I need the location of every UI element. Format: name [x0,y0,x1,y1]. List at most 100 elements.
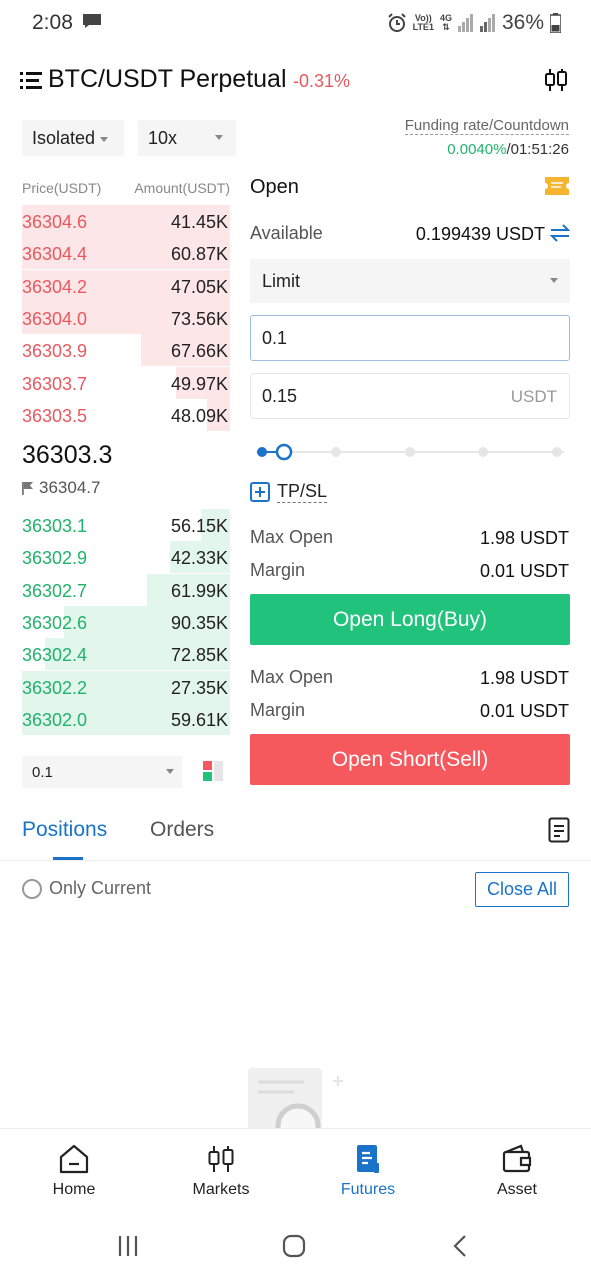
bid-price: 36302.7 [22,580,88,601]
ask-row[interactable]: 36303.9 67.66K [22,334,230,367]
coupon-icon[interactable] [545,177,569,195]
tabs-divider [0,860,591,861]
last-price: 36303.3 [22,441,113,469]
nav-futures[interactable]: Futures [318,1143,418,1199]
ask-amount: 49.97K [170,373,228,394]
ask-row[interactable]: 36303.5 48.09K [22,398,230,431]
short-margin-label: Margin [250,700,306,720]
back-icon[interactable] [446,1232,476,1260]
open-long-button[interactable]: Open Long(Buy) [250,594,570,645]
caret-down-icon [215,135,223,140]
flag-icon [22,481,33,495]
nav-asset[interactable]: Asset [467,1143,567,1199]
order-history-icon[interactable] [548,817,570,843]
bid-row[interactable]: 36302.2 27.35K [22,670,230,703]
ask-amount: 67.66K [170,341,228,362]
nav-markets[interactable]: Markets [171,1143,271,1199]
bid-amount: 61.99K [170,580,228,601]
tab-positions[interactable]: Positions [22,818,107,842]
alarm-icon [387,13,406,32]
ask-price: 36303.7 [22,373,88,394]
bid-amount: 90.35K [170,612,228,633]
tpsl-label: TP/SL [277,481,328,503]
ask-price: 36304.2 [22,276,88,297]
pair-title[interactable]: BTC/USDT Perpetual [48,65,287,94]
amount-input[interactable]: 0.15 USDT [250,373,570,419]
ask-price: 36304.6 [22,212,88,232]
ask-row[interactable]: 36304.2 47.05K [22,269,230,302]
pair-header: BTC/USDT Perpetual -0.31% [0,58,591,102]
home-button-icon[interactable] [279,1232,309,1260]
ask-price: 36304.0 [22,308,88,329]
candlestick-chart-icon[interactable] [543,67,569,93]
funding-rate-label[interactable]: Funding rate/Countdown [404,117,569,135]
network-indicator: 4G ⇅ [439,13,452,32]
ask-row[interactable]: 36304.4 60.87K [22,237,230,270]
wallet-icon [502,1144,532,1173]
price-input[interactable]: 0.1 [250,315,570,361]
transfer-icon[interactable] [550,223,570,243]
only-current-label: Only Current [49,878,152,898]
bid-row[interactable]: 36302.6 90.35K [22,605,230,638]
bid-amount: 72.85K [170,645,228,666]
bid-row[interactable]: 36302.4 72.85K [22,638,230,671]
battery-percent: 36% [501,11,544,34]
caret-down-icon [550,278,558,283]
long-max-open-value: 1.98 USDT [479,528,569,548]
bid-amount: 42.33K [170,548,228,569]
battery-icon [550,13,561,33]
bid-price: 36303.1 [22,516,88,536]
available-balance: 0.199439 USDT [415,224,545,244]
tab-orders[interactable]: Orders [150,818,214,842]
form-title: Open [250,176,299,198]
caret-down-icon [100,136,109,142]
order-book-header: Price(USDT) Amount(USDT) [22,180,230,196]
amount-unit: USDT [510,387,557,406]
amount-percent-slider[interactable] [256,440,564,464]
status-bar: 2:08 Vo)) LTE1 4G ⇅ 36% [0,0,591,46]
ask-amount: 60.87K [170,244,228,265]
ask-amount: 47.05K [170,276,228,297]
leverage-select[interactable]: 10x [138,120,236,156]
price-change: -0.31% [293,71,351,91]
recent-apps-icon[interactable] [113,1232,143,1260]
tpsl-toggle[interactable]: TP/SL [250,481,328,503]
order-book-mode-icon[interactable] [202,760,224,782]
radio-icon[interactable] [22,878,42,899]
order-type-select[interactable]: Limit [250,259,570,303]
short-max-open-label: Max Open [250,667,334,687]
depth-step-select[interactable]: 0.1 [22,756,182,788]
ask-amount: 73.56K [170,308,228,329]
bid-amount: 59.61K [170,709,228,730]
ask-price: 36303.9 [22,341,88,362]
pair-list-menu-icon[interactable] [20,71,42,89]
bid-row[interactable]: 36303.1 56.15K [22,509,230,541]
long-margin-value: 0.01 USDT [479,561,569,581]
nav-home[interactable]: Home [24,1143,124,1199]
home-icon [59,1144,89,1174]
bid-row[interactable]: 36302.7 61.99K [22,573,230,606]
plus-square-icon[interactable] [250,482,270,502]
bid-row[interactable]: 36302.9 42.33K [22,541,230,574]
signal-icon [457,14,473,32]
open-short-button[interactable]: Open Short(Sell) [250,734,570,785]
ask-price: 36303.5 [22,405,88,426]
system-nav-bar [0,1212,591,1280]
margin-mode-select[interactable]: Isolated [22,120,124,156]
ask-row[interactable]: 36304.6 41.45K [22,205,230,237]
caret-down-icon [166,769,174,774]
ask-amount: 41.45K [170,212,228,232]
ask-row[interactable]: 36304.0 73.56K [22,301,230,334]
bid-row[interactable]: 36302.0 59.61K [22,702,230,735]
bid-amount: 56.15K [170,516,228,536]
ask-row[interactable]: 36303.7 49.97K [22,366,230,399]
available-label: Available [250,223,323,243]
close-all-button[interactable]: Close All [475,872,569,907]
short-margin-value: 0.01 USDT [479,701,569,721]
bid-price: 36302.2 [22,677,88,698]
bid-price: 36302.6 [22,612,88,633]
amount-column-header: Amount(USDT) [134,180,230,196]
funding-rate-value: 0.0040%/01:51:26 [447,141,569,158]
only-current-toggle[interactable]: Only Current [22,878,151,899]
status-time: 2:08 [32,11,73,34]
